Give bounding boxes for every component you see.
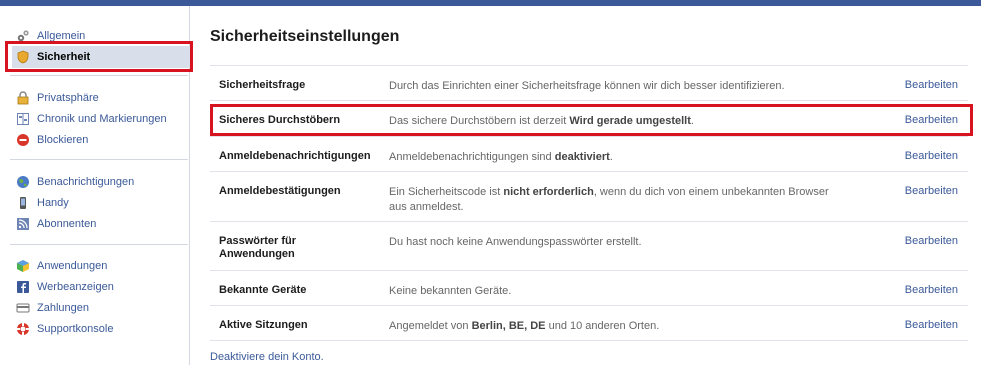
row-description: Ein Sicherheitscode ist nicht erforderli… <box>389 186 829 213</box>
page-title: Sicherheitseinstellungen <box>210 28 400 45</box>
row-description: Anmeldebenachrichtigungen sind deaktivie… <box>389 151 613 163</box>
sidebar-item-label: Abonnenten <box>37 218 97 230</box>
main-content: Sicherheitseinstellungen Sicherheitsfrag… <box>190 6 981 365</box>
sidebar-item-privatsphaere[interactable]: Privatsphäre <box>16 89 99 107</box>
sidebar-divider <box>10 75 188 76</box>
row-label: Bekannte Geräte <box>219 284 307 296</box>
row-label: Passwörter für Anwendungen <box>219 235 297 260</box>
rss-icon <box>16 217 30 231</box>
row-label: Anmeldebestätigungen <box>219 185 341 197</box>
settings-row-sicherheitsfrage: Sicherheitsfrage Durch das Einrichten ei… <box>210 66 968 101</box>
sidebar-item-label: Chronik und Markierungen <box>37 113 167 125</box>
deactivate-account-link[interactable]: Deaktiviere dein Konto. <box>210 351 324 363</box>
settings-row-anmeldebenachrichtigungen: Anmeldebenachrichtigungen Anmeldebenachr… <box>210 137 968 172</box>
row-label: Anmeldebenachrichtigungen <box>219 150 371 162</box>
sidebar-item-label: Privatsphäre <box>37 92 99 104</box>
sidebar-item-handy[interactable]: Handy <box>16 194 69 212</box>
edit-link[interactable]: Bearbeiten <box>905 185 958 197</box>
globe-icon <box>16 175 30 189</box>
sidebar-item-label: Werbeanzeigen <box>37 281 114 293</box>
sidebar-item-label: Supportkonsole <box>37 323 114 335</box>
apps-icon <box>16 259 30 273</box>
highlight-box-row <box>210 104 973 136</box>
sidebar-item-label: Blockieren <box>37 134 89 146</box>
highlight-box-sidebar <box>5 41 193 72</box>
facebook-icon <box>16 280 30 294</box>
edit-link[interactable]: Bearbeiten <box>905 284 958 296</box>
lifebuoy-icon <box>16 322 30 336</box>
edit-link[interactable]: Bearbeiten <box>905 319 958 331</box>
card-icon <box>16 301 30 315</box>
row-description: Angemeldet von Berlin, BE, DE und 10 and… <box>389 320 660 332</box>
sidebar-item-chronik[interactable]: Chronik und Markierungen <box>16 110 167 128</box>
sidebar-item-benachrichtigungen[interactable]: Benachrichtigungen <box>16 173 134 191</box>
edit-link[interactable]: Bearbeiten <box>905 235 958 247</box>
row-description: Keine bekannten Geräte. <box>389 285 512 297</box>
lock-icon <box>16 91 30 105</box>
edit-link[interactable]: Bearbeiten <box>905 150 958 162</box>
sidebar-item-abonnenten[interactable]: Abonnenten <box>16 215 96 233</box>
sidebar-divider <box>10 244 188 245</box>
timeline-icon <box>16 112 30 126</box>
phone-icon <box>16 196 30 210</box>
block-icon <box>16 133 30 147</box>
settings-row-passwoerter: Passwörter für Anwendungen Du hast noch … <box>210 222 968 271</box>
settings-row-anmeldebestaetigungen: Anmeldebestätigungen Ein Sicherheitscode… <box>210 172 968 222</box>
row-description: Du hast noch keine Anwendungspasswörter … <box>389 236 642 248</box>
sidebar-item-anwendungen[interactable]: Anwendungen <box>16 257 107 275</box>
row-label: Aktive Sitzungen <box>219 319 308 331</box>
sidebar-item-supportkonsole[interactable]: Supportkonsole <box>16 320 113 338</box>
sidebar-item-label: Zahlungen <box>37 302 89 314</box>
sidebar-item-label: Handy <box>37 197 69 209</box>
row-description: Durch das Einrichten einer Sicherheitsfr… <box>389 80 785 92</box>
sidebar-item-blockieren[interactable]: Blockieren <box>16 131 88 149</box>
settings-row-bekannte-geraete: Bekannte Geräte Keine bekannten Geräte. … <box>210 271 968 306</box>
sidebar-divider <box>10 159 188 160</box>
sidebar-item-werbeanzeigen[interactable]: Werbeanzeigen <box>16 278 114 296</box>
sidebar-item-zahlungen[interactable]: Zahlungen <box>16 299 89 317</box>
row-label: Sicherheitsfrage <box>219 79 306 91</box>
settings-row-aktive-sitzungen: Aktive Sitzungen Angemeldet von Berlin, … <box>210 306 968 341</box>
sidebar-item-label: Benachrichtigungen <box>37 176 135 188</box>
edit-link[interactable]: Bearbeiten <box>905 79 958 91</box>
sidebar-item-label: Anwendungen <box>37 260 108 272</box>
